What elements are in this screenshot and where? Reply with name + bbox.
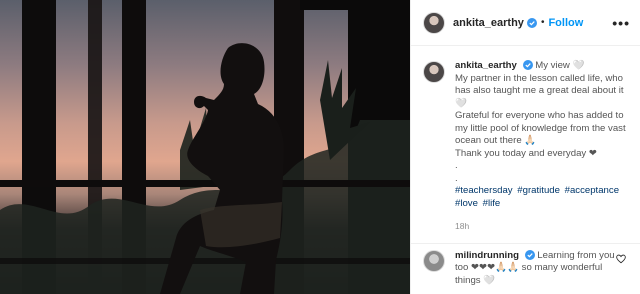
photo-silhouette-scene bbox=[0, 0, 410, 294]
caption-hashtags: #teachersday #gratitude #acceptance #lov… bbox=[455, 185, 630, 210]
author-avatar[interactable] bbox=[423, 11, 445, 34]
verified-badge-icon bbox=[522, 60, 533, 71]
caption-line: Grateful for everyone who has added to m… bbox=[455, 110, 626, 146]
hashtag-link[interactable]: #life bbox=[483, 198, 501, 209]
post-timestamp[interactable]: 18h bbox=[455, 220, 630, 233]
commenter-avatar[interactable] bbox=[423, 249, 445, 272]
more-options-icon[interactable]: ••• bbox=[612, 15, 630, 31]
verified-badge-icon bbox=[526, 17, 537, 28]
caption-line: Thank you today and everyday ❤ bbox=[455, 147, 597, 159]
comment-item: milindrunning Learning from you too ❤❤❤🙏… bbox=[411, 244, 640, 288]
caption-line: . bbox=[455, 172, 458, 184]
hashtag-link[interactable]: #acceptance bbox=[565, 185, 619, 196]
post-photo[interactable] bbox=[0, 0, 410, 294]
caption-author-avatar[interactable] bbox=[423, 61, 445, 83]
caption-text-block: ankita_earthy My view 🤍 My partner in th… bbox=[455, 60, 630, 233]
heart-icon[interactable] bbox=[616, 254, 626, 264]
caption-line: My partner in the lesson called life, wh… bbox=[455, 72, 624, 109]
verified-badge-icon bbox=[524, 249, 535, 260]
hashtag-link[interactable]: #teachersday bbox=[455, 185, 513, 196]
follow-button[interactable]: Follow bbox=[548, 17, 583, 29]
caption-line: My view 🤍 bbox=[535, 60, 585, 71]
post-caption: ankita_earthy My view 🤍 My partner in th… bbox=[411, 46, 640, 233]
hashtag-link[interactable]: #love bbox=[455, 198, 478, 209]
comment-text-block: milindrunning Learning from you too ❤❤❤🙏… bbox=[455, 250, 625, 288]
caption-line: . bbox=[455, 160, 458, 171]
author-username[interactable]: ankita_earthy bbox=[453, 17, 524, 29]
post-header: ankita_earthy • Follow ••• bbox=[411, 0, 640, 46]
caption-author-username[interactable]: ankita_earthy bbox=[455, 60, 517, 71]
hashtag-link[interactable]: #gratitude bbox=[517, 185, 560, 196]
header-separator: • bbox=[540, 17, 545, 28]
commenter-username[interactable]: milindrunning bbox=[455, 250, 519, 261]
post-sidebar: ankita_earthy • Follow ••• ankita_earthy… bbox=[410, 0, 640, 294]
